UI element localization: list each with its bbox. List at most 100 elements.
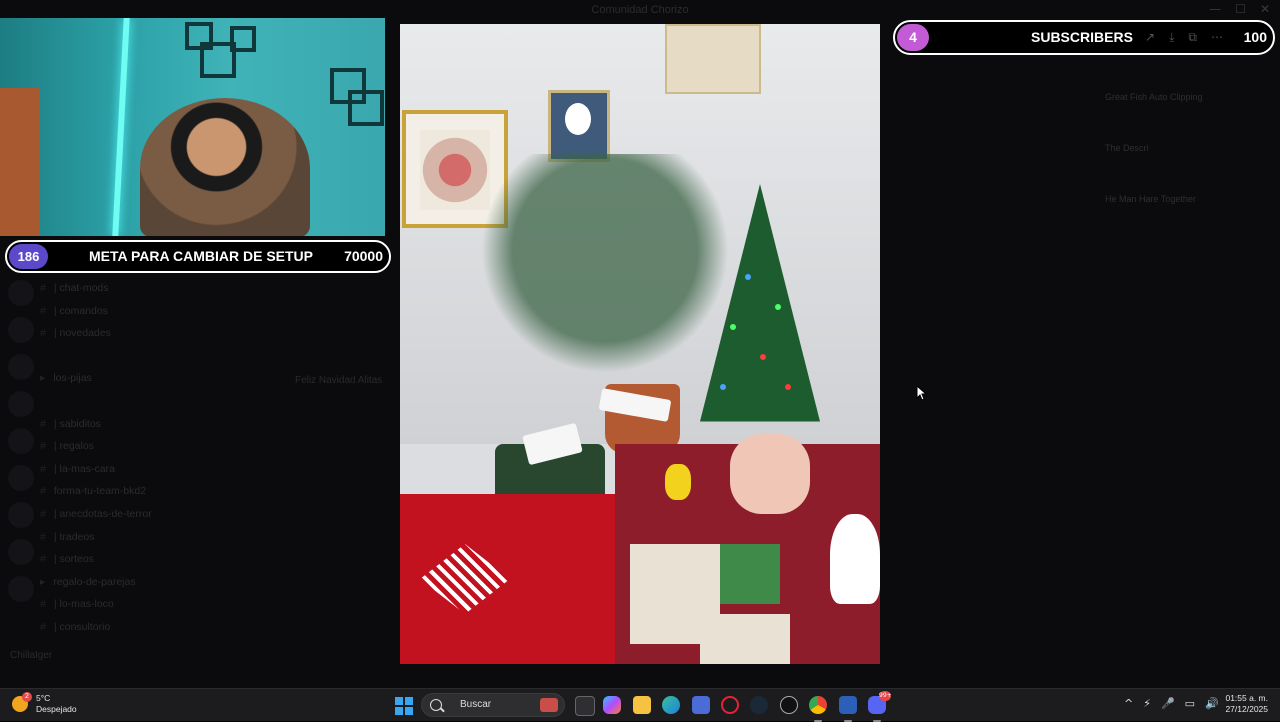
subscribers-widget: 4 SUBSCRIBERS ↗ ⤓ ⧉ ⋯ 100	[893, 20, 1275, 55]
task-view-icon[interactable]	[575, 696, 595, 716]
server-icon[interactable]	[8, 428, 34, 454]
list-item[interactable]: He Man Hare Together	[1105, 194, 1275, 245]
blanket-patch	[700, 614, 790, 664]
server-icon[interactable]	[8, 502, 34, 528]
channel-item[interactable]: # | sabiditos	[40, 418, 290, 441]
close-button[interactable]: ✕	[1260, 2, 1270, 16]
snowman	[830, 514, 880, 604]
popout-icon: ↗	[1145, 30, 1156, 44]
goal-progress-widget: 186 META PARA CAMBIAR DE SETUP 70000	[5, 240, 391, 273]
channel-item[interactable]: # | tradeos	[40, 531, 290, 554]
server-icon[interactable]	[8, 280, 34, 306]
server-icon[interactable]	[8, 354, 34, 380]
tree-light	[745, 274, 751, 280]
tree-light	[775, 304, 781, 310]
streamer-figure	[140, 98, 310, 236]
steam-icon[interactable]	[750, 696, 768, 714]
ghost-toolbar: ↗ ⤓ ⧉ ⋯	[1145, 30, 1223, 45]
wall-frame	[185, 22, 213, 50]
edge-browser-icon[interactable]	[662, 696, 680, 714]
server-icon[interactable]	[8, 576, 34, 602]
neon-light	[112, 18, 130, 236]
channel-item[interactable]: # | anecdotas-de-terror	[40, 508, 290, 531]
windows-taskbar: 2 5°C Despejado Buscar 99+ ^ ⚡ 🎤 ▭ 🔊 01:…	[0, 688, 1280, 722]
server-icon[interactable]	[8, 465, 34, 491]
goal-target: 70000	[344, 248, 383, 264]
server-icon[interactable]	[8, 317, 34, 343]
list-item[interactable]: The Descri	[1105, 143, 1275, 194]
pine-plant	[460, 154, 750, 394]
tree-light	[760, 354, 766, 360]
channel-item[interactable]: # | lo-mas-loco	[40, 598, 290, 621]
opera-icon[interactable]	[721, 696, 739, 714]
chrome-icon[interactable]	[809, 696, 827, 722]
user-panel[interactable]: ChillaIger	[10, 650, 250, 661]
chevron-up-icon[interactable]: ^	[1124, 697, 1133, 710]
channel-list: # | chat-mods # | comandos # | novedades ▸ l…	[40, 282, 290, 644]
channel-item[interactable]	[40, 395, 290, 418]
user-name: ChillaIger	[10, 650, 53, 661]
file-explorer-icon[interactable]	[633, 696, 651, 714]
right-activity-list: Great Fish Auto Clipping The Descri He M…	[1105, 92, 1275, 245]
weather-badge: 2	[22, 692, 32, 702]
blanket-patch	[720, 544, 780, 604]
tree-light	[720, 384, 726, 390]
server-icon[interactable]	[8, 539, 34, 565]
tree-light	[785, 384, 791, 390]
channel-item[interactable]: ▸ los-pijas	[40, 372, 290, 395]
channel-item[interactable]: # | la-mas-cara	[40, 463, 290, 486]
search-icon	[430, 699, 442, 711]
red-tablecloth	[400, 494, 625, 664]
channel-item[interactable]: # forma-tu-team-bkd2	[40, 485, 290, 508]
wall-frame	[348, 90, 384, 126]
taskbar-search[interactable]: Buscar	[421, 693, 565, 717]
word-icon[interactable]	[839, 696, 857, 722]
obs-icon[interactable]	[780, 696, 798, 714]
channel-item[interactable]: # | consultorio	[40, 621, 290, 644]
more-icon: ⋯	[1210, 30, 1223, 44]
weather-widget[interactable]: 2 5°C Despejado	[12, 692, 77, 715]
channel-item[interactable]: # | comandos	[40, 305, 290, 328]
start-button[interactable]	[395, 697, 413, 715]
channel-item[interactable]: # | novedades	[40, 327, 290, 350]
subscribers-target: 100	[1243, 29, 1267, 45]
tree-light	[730, 324, 736, 330]
minimize-button[interactable]: —	[1209, 2, 1221, 16]
doll	[730, 434, 810, 514]
weather-sun-icon: 2	[12, 692, 32, 712]
volume-icon[interactable]: 🔊	[1205, 697, 1219, 710]
window-icon: ⧉	[1188, 30, 1197, 44]
channel-item[interactable]: # | sorteos	[40, 553, 290, 576]
weather-temp: 5°C	[36, 693, 51, 703]
subscribers-label: SUBSCRIBERS	[1031, 29, 1133, 45]
list-item[interactable]: Great Fish Auto Clipping	[1105, 92, 1275, 143]
copilot-icon[interactable]	[603, 696, 621, 714]
channel-item[interactable]	[40, 350, 290, 373]
search-highlight-icon	[540, 698, 558, 712]
search-placeholder: Buscar	[460, 699, 492, 710]
channel-item[interactable]: # | chat-mods	[40, 282, 290, 305]
yellow-toy	[665, 464, 691, 500]
discord-icon[interactable]: 99+	[868, 691, 892, 722]
display-icon[interactable]: ▭	[1185, 697, 1195, 710]
christmas-photo	[400, 24, 880, 664]
microphone-icon[interactable]: 🎤	[1161, 697, 1175, 710]
clock-date: 27/12/2025	[1225, 704, 1268, 714]
goal-count: 186	[9, 244, 48, 269]
dog-photo-frame	[548, 90, 610, 162]
taskbar-clock[interactable]: 01:55 a. m. 27/12/2025	[1225, 693, 1268, 715]
maximize-button[interactable]: ☐	[1235, 2, 1246, 16]
server-icon[interactable]	[8, 391, 34, 417]
clock-time: 01:55 a. m.	[1225, 693, 1268, 703]
power-icon[interactable]: ⚡	[1143, 697, 1151, 710]
channel-item[interactable]: # | regalos	[40, 440, 290, 463]
download-icon: ⤓	[1169, 30, 1175, 44]
channel-item[interactable]: ▸ regalo-de-parejas	[40, 576, 290, 599]
goal-label: META PARA CAMBIAR DE SETUP	[89, 248, 313, 264]
store-icon[interactable]	[692, 696, 710, 714]
chair-shape	[0, 88, 40, 236]
weather-desc: Despejado	[36, 704, 77, 714]
subscribers-count: 4	[897, 24, 929, 51]
server-rail	[0, 280, 40, 680]
webcam-feed	[0, 18, 385, 236]
